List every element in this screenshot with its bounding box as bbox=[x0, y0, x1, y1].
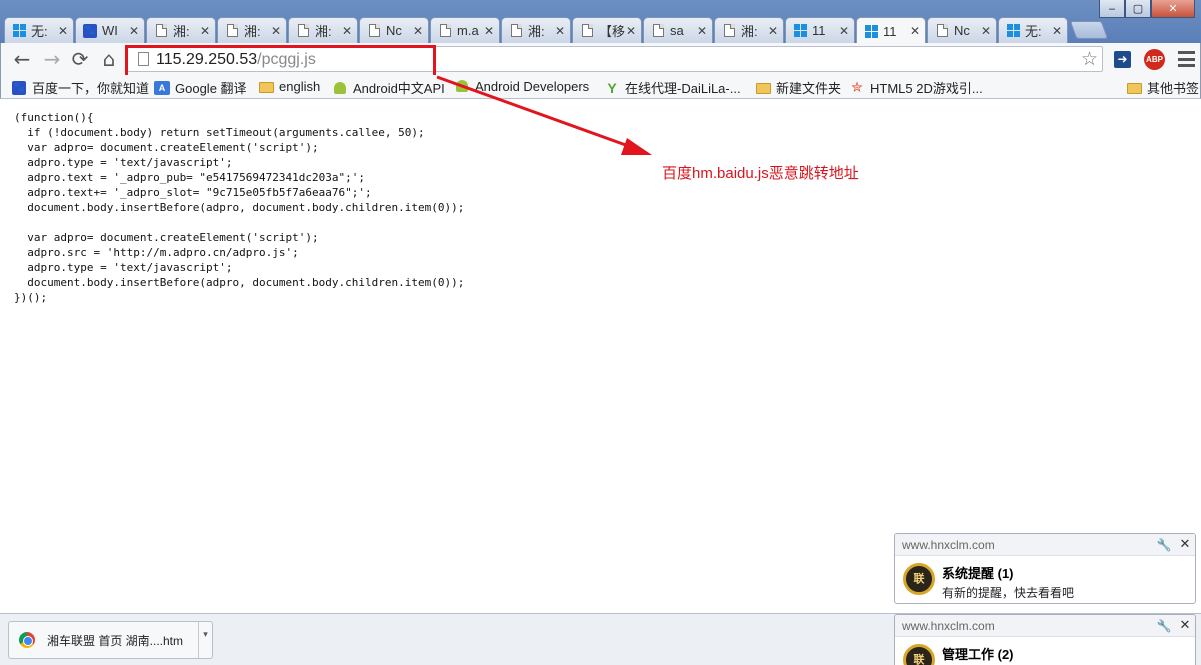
notification-close-icon[interactable]: ✕ bbox=[1175, 537, 1195, 552]
download-menu-button[interactable]: ▾ bbox=[198, 622, 212, 658]
chrome-icon bbox=[19, 632, 35, 648]
download-item[interactable]: 湘车联盟 首页 湖南....htm ▾ bbox=[8, 621, 213, 659]
notification-site: www.hnxclm.com bbox=[902, 618, 995, 633]
notification-site: www.hnxclm.com bbox=[902, 537, 995, 552]
wrench-icon[interactable]: 🔧 bbox=[1153, 619, 1175, 633]
notification-message: 有新的提醒，快去看看吧 bbox=[942, 586, 1075, 600]
annotation-label: 百度hm.baidu.js恶意跳转地址 bbox=[662, 165, 859, 182]
wrench-icon[interactable]: 🔧 bbox=[1153, 538, 1175, 552]
notification-popup[interactable]: www.hnxclm.com 🔧✕ 联管理工作 (2)有新的提醒，快去看看吧 bbox=[894, 614, 1196, 665]
download-filename: 湘车联盟 首页 湖南....htm bbox=[47, 633, 184, 648]
notification-header: www.hnxclm.com 🔧 ✕ bbox=[895, 615, 1195, 637]
notification-body[interactable]: 联系统提醒 (1) 有新的提醒，快去看看吧 bbox=[895, 556, 1195, 603]
notification-popup[interactable]: www.hnxclm.com 🔧 ✕ 联系统提醒 (1) 有新的提醒，快去看看吧 bbox=[894, 533, 1196, 604]
notification-close-icon[interactable]: ✕ bbox=[1175, 618, 1195, 633]
notification-body[interactable]: 联管理工作 (2)有新的提醒，快去看看吧 bbox=[895, 637, 1195, 665]
notification-title: 系统提醒 (1) bbox=[942, 566, 1014, 581]
notification-header: www.hnxclm.com 🔧 ✕ bbox=[895, 534, 1195, 556]
site-logo-icon: 联 bbox=[903, 644, 935, 665]
site-logo-icon: 联 bbox=[903, 563, 935, 595]
notification-title: 管理工作 (2) bbox=[942, 647, 1014, 662]
